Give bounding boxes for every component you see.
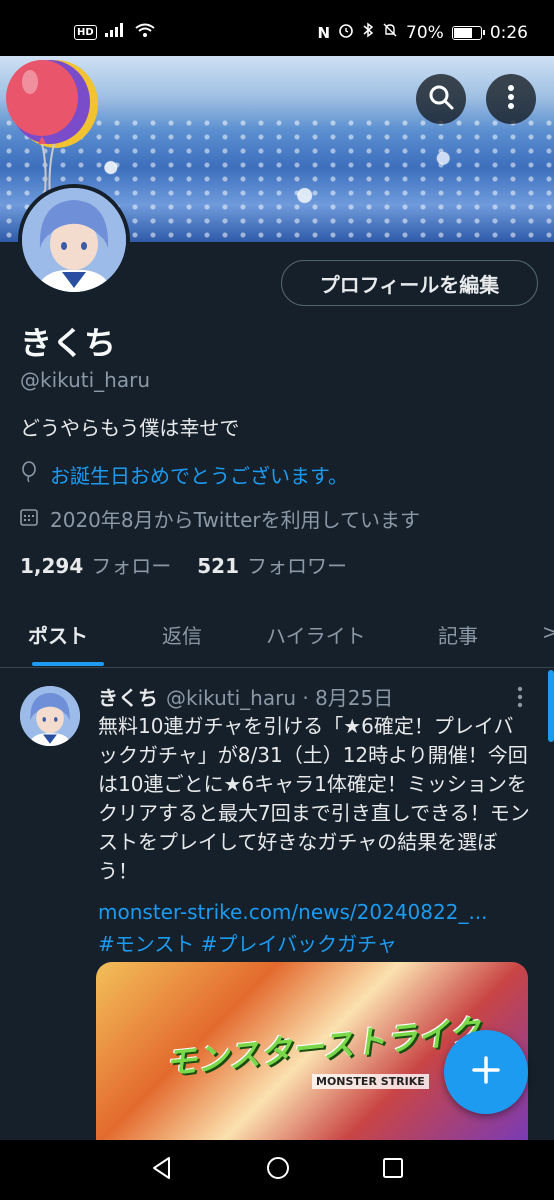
profile-avatar[interactable]: [18, 184, 130, 296]
profile-bio: どうやらもう僕は幸せで: [20, 416, 240, 440]
status-bar: HD N 70% 0:26: [0, 0, 554, 56]
post-header: きくち @kikuti_haru · 8月25日: [98, 682, 393, 711]
bluetooth-icon: [362, 22, 374, 43]
tab-replies[interactable]: 返信: [162, 620, 202, 649]
display-name: きくち: [20, 324, 117, 362]
tab-posts[interactable]: ポスト: [28, 620, 88, 649]
active-tab-indicator: [32, 662, 104, 666]
joined-text: 2020年8月からTwitterを利用しています: [50, 508, 421, 532]
back-icon[interactable]: [149, 1155, 175, 1185]
birthday-row: お誕生日おめでとうございます。: [20, 460, 348, 489]
tabs-scroll-chevron-icon[interactable]: >: [542, 620, 554, 644]
home-icon[interactable]: [265, 1155, 291, 1185]
battery-icon: [451, 25, 485, 40]
battery-fill: [453, 27, 472, 38]
battery-percent: 70%: [406, 22, 444, 43]
search-icon: [427, 83, 455, 115]
post-link[interactable]: monster-strike.com/news/20240822_...: [98, 900, 530, 924]
alarm-icon: [338, 22, 354, 43]
system-nav-bar: [0, 1140, 554, 1200]
post-text: 無料10連ガチャを引ける「★6確定！プレイバックガチャ」が8/31（土）12時よ…: [98, 714, 530, 883]
search-button[interactable]: [416, 74, 466, 124]
birthday-text[interactable]: お誕生日おめでとうございます。: [50, 460, 348, 489]
tab-articles[interactable]: 記事: [438, 620, 478, 649]
post-image-logo: モンスターストライク: [163, 1011, 483, 1083]
tab-highlights[interactable]: ハイライト: [266, 620, 366, 649]
plus-icon: [471, 1055, 501, 1089]
post-author-meta: @kikuti_haru · 8月25日: [166, 686, 394, 710]
compose-button[interactable]: [444, 1030, 528, 1114]
following-count: 1,294: [20, 554, 84, 578]
mute-icon: [382, 22, 398, 43]
post-hashtags[interactable]: #モンスト #プレイバックガチャ: [98, 928, 397, 957]
clock: 0:26: [489, 22, 528, 43]
nfc-icon: N: [317, 23, 331, 42]
calendar-icon: [20, 507, 38, 531]
follow-stats: 1,294 フォロー 521 フォロワー: [20, 550, 347, 579]
post-author-avatar[interactable]: [20, 686, 80, 746]
following-label: フォロー: [91, 554, 172, 578]
edit-profile-button[interactable]: プロフィールを編集: [281, 260, 538, 306]
signal-icon: [104, 22, 127, 42]
following-link[interactable]: 1,294 フォロー: [20, 550, 171, 579]
followers-link[interactable]: 521 フォロワー: [197, 550, 347, 579]
more-vertical-icon: [507, 84, 515, 114]
scrollbar[interactable]: [548, 670, 554, 742]
recents-icon[interactable]: [381, 1156, 405, 1184]
followers-label: フォロワー: [247, 554, 348, 578]
post-image-subtitle: MONSTER STRIKE: [312, 1074, 429, 1089]
balloon-icon: [20, 461, 38, 488]
followers-count: 521: [197, 554, 240, 578]
hd-indicator: HD: [74, 24, 97, 40]
joined-row: 2020年8月からTwitterを利用しています: [20, 504, 420, 533]
post-author-name[interactable]: きくち: [98, 682, 158, 711]
profile-tabs: ポスト 返信 ハイライト 記事 >: [0, 600, 554, 668]
wifi-icon: [135, 22, 155, 42]
more-options-button[interactable]: [486, 74, 536, 124]
username-handle: @kikuti_haru: [20, 368, 151, 392]
post-more-icon[interactable]: [516, 686, 530, 712]
